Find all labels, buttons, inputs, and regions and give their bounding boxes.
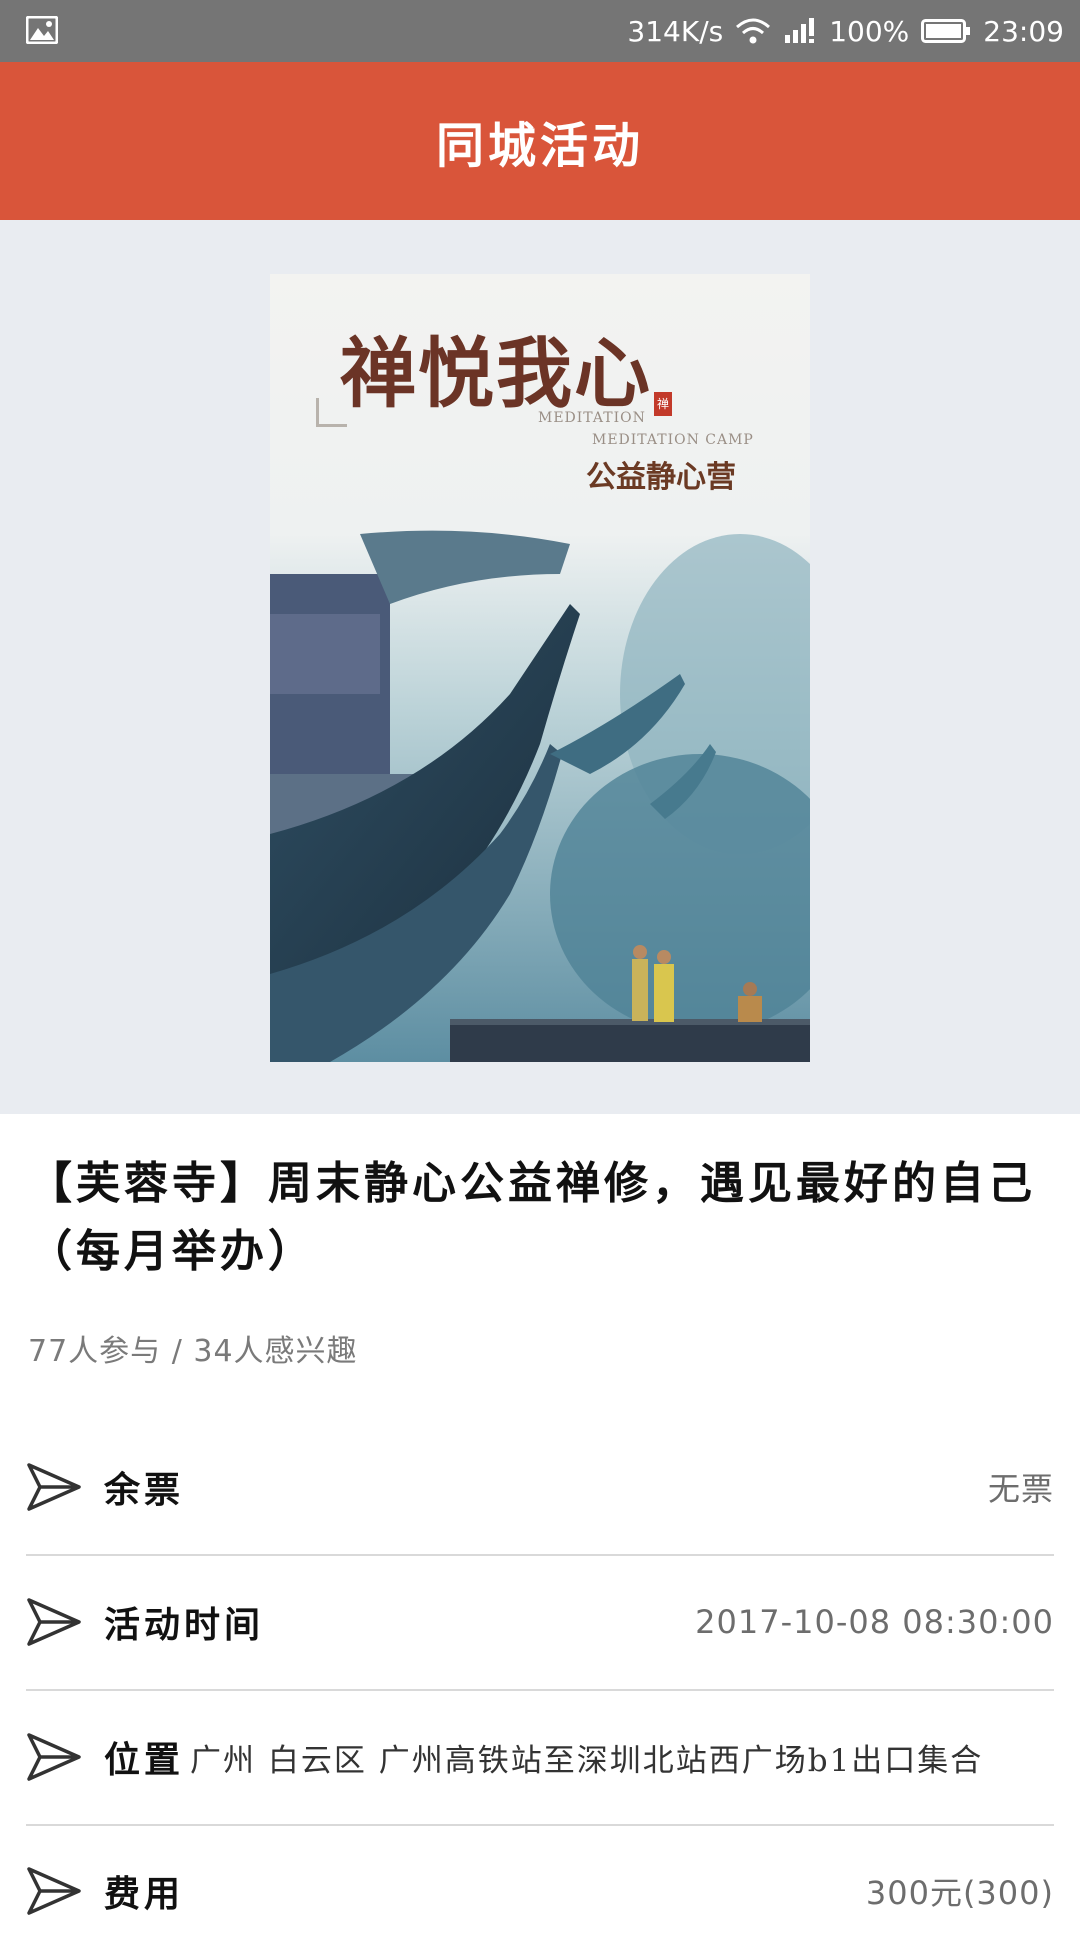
poster-area: 禅悦我心 禅 MEDITATION MEDITATION CAMP 公益静心营 [0,220,1080,1114]
poster-seal: 禅 [654,392,672,416]
event-poster[interactable]: 禅悦我心 禅 MEDITATION MEDITATION CAMP 公益静心营 [270,274,810,1062]
poster-title: 禅悦我心 [340,329,652,418]
app-bar: 同城活动 [0,62,1080,220]
poster-english-line2: MEDITATION CAMP [592,432,754,448]
location-label: 位置 [104,1739,185,1781]
send-arrow-icon [27,1463,81,1511]
time-label: 活动时间 [104,1604,265,1646]
clock: 23:09 [983,14,1064,48]
signal-icon [785,18,815,43]
info-row-fee[interactable]: 费用 300元(300) [26,1824,1054,1958]
info-row-tickets[interactable]: 余票 无票 [26,1420,1054,1556]
info-row-location[interactable]: 位置 广州 白云区 广州高铁站至深圳北站西广场b1出口集合 [26,1690,1054,1826]
time-value: 2017-10-08 08:30:00 [695,1603,1054,1641]
poster-english-line1: MEDITATION [538,410,646,426]
fee-label: 费用 [104,1873,185,1915]
status-indicators: 314K/s 100% 23:09 [627,0,1064,62]
status-bar: 314K/s 100% 23:09 [0,0,1080,62]
send-arrow-icon [27,1733,81,1781]
event-title: 【芙蓉寺】周末静心公益禅修，遇见最好的自己（每月举办） [28,1158,1036,1277]
wifi-icon [736,18,771,44]
tickets-value: 无票 [987,1470,1054,1508]
network-speed: 314K/s [627,14,724,48]
participants-count: 77人参与 / 34人感兴趣 [28,1334,358,1369]
send-arrow-icon [27,1867,81,1915]
battery-icon [921,19,971,43]
fee-value: 300元(300) [865,1874,1054,1912]
image-notification-icon [26,16,58,44]
tickets-label: 余票 [104,1469,185,1511]
send-arrow-icon [27,1598,81,1646]
battery-percent: 100% [829,14,910,48]
poster-subtitle: 公益静心营 [586,460,736,495]
location-value: 广州 白云区 广州高铁站至深圳北站西广场b1出口集合 [190,1742,984,1779]
info-row-time[interactable]: 活动时间 2017-10-08 08:30:00 [26,1555,1054,1691]
page-title: 同城活动 [435,118,644,174]
